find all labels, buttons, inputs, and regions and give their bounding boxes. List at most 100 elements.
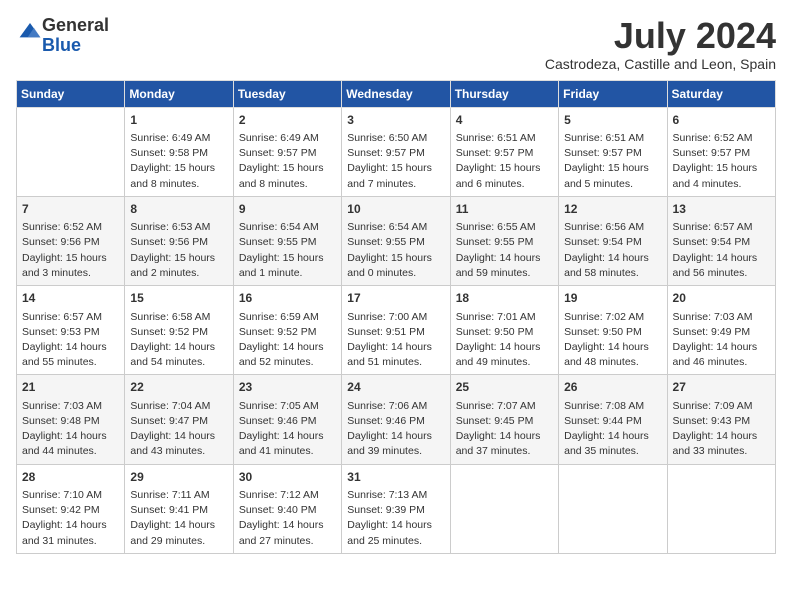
logo-text: General Blue [42, 16, 109, 56]
day-number: 14 [22, 290, 119, 307]
day-number: 4 [456, 112, 553, 129]
page-header: General Blue July 2024 Castrodeza, Casti… [16, 16, 776, 72]
week-row: 14 Sunrise: 6:57 AM Sunset: 9:53 PM Dayli… [17, 286, 776, 375]
cell-text: Sunrise: 6:55 AM Sunset: 9:55 PM Dayligh… [456, 220, 553, 281]
calendar-cell: 11 Sunrise: 6:55 AM Sunset: 9:55 PM Dayli… [450, 196, 558, 285]
day-header-thursday: Thursday [450, 80, 558, 107]
cell-text: Sunrise: 6:52 AM Sunset: 9:56 PM Dayligh… [22, 220, 119, 281]
cell-text: Sunrise: 7:06 AM Sunset: 9:46 PM Dayligh… [347, 399, 444, 460]
day-header-sunday: Sunday [17, 80, 125, 107]
calendar-cell: 14 Sunrise: 6:57 AM Sunset: 9:53 PM Dayli… [17, 286, 125, 375]
calendar-cell: 2Sunrise: 6:49 AM Sunset: 9:57 PM Daylig… [233, 107, 341, 196]
calendar-cell: 18Sunrise: 7:01 AM Sunset: 9:50 PM Dayli… [450, 286, 558, 375]
cell-text: Sunrise: 6:49 AM Sunset: 9:58 PM Dayligh… [130, 131, 227, 192]
cell-text: Sunrise: 6:56 AM Sunset: 9:54 PM Dayligh… [564, 220, 661, 281]
cell-text: Sunrise: 6:54 AM Sunset: 9:55 PM Dayligh… [239, 220, 336, 281]
calendar-cell: 24 Sunrise: 7:06 AM Sunset: 9:46 PM Dayli… [342, 375, 450, 464]
calendar-cell: 19 Sunrise: 7:02 AM Sunset: 9:50 PM Dayli… [559, 286, 667, 375]
calendar-cell: 6Sunrise: 6:52 AM Sunset: 9:57 PM Daylig… [667, 107, 775, 196]
week-row: 28 Sunrise: 7:10 AM Sunset: 9:42 PM Dayli… [17, 464, 776, 553]
day-number: 23 [239, 379, 336, 396]
calendar-cell: 25 Sunrise: 7:07 AM Sunset: 9:45 PM Dayli… [450, 375, 558, 464]
calendar-cell: 31 Sunrise: 7:13 AM Sunset: 9:39 PM Dayli… [342, 464, 450, 553]
day-number: 29 [130, 469, 227, 486]
month-title: July 2024 [545, 16, 776, 56]
calendar-cell: 5 Sunrise: 6:51 AM Sunset: 9:57 PM Daylig… [559, 107, 667, 196]
calendar-cell: 1 Sunrise: 6:49 AM Sunset: 9:58 PM Daylig… [125, 107, 233, 196]
calendar-cell: 15Sunrise: 6:58 AM Sunset: 9:52 PM Dayli… [125, 286, 233, 375]
cell-text: Sunrise: 6:51 AM Sunset: 9:57 PM Dayligh… [456, 131, 553, 192]
calendar-cell [450, 464, 558, 553]
location: Castrodeza, Castille and Leon, Spain [545, 56, 776, 72]
cell-text: Sunrise: 7:10 AM Sunset: 9:42 PM Dayligh… [22, 488, 119, 549]
calendar-cell [559, 464, 667, 553]
cell-text: Sunrise: 6:53 AM Sunset: 9:56 PM Dayligh… [130, 220, 227, 281]
day-number: 24 [347, 379, 444, 396]
calendar-cell: 8 Sunrise: 6:53 AM Sunset: 9:56 PM Daylig… [125, 196, 233, 285]
calendar-cell: 7 Sunrise: 6:52 AM Sunset: 9:56 PM Daylig… [17, 196, 125, 285]
calendar-cell: 10 Sunrise: 6:54 AM Sunset: 9:55 PM Dayli… [342, 196, 450, 285]
cell-text: Sunrise: 7:13 AM Sunset: 9:39 PM Dayligh… [347, 488, 444, 549]
cell-text: Sunrise: 6:57 AM Sunset: 9:54 PM Dayligh… [673, 220, 770, 281]
calendar-cell: 20 Sunrise: 7:03 AM Sunset: 9:49 PM Dayli… [667, 286, 775, 375]
day-number: 13 [673, 201, 770, 218]
day-number: 7 [22, 201, 119, 218]
day-number: 28 [22, 469, 119, 486]
calendar-cell: 13 Sunrise: 6:57 AM Sunset: 9:54 PM Dayli… [667, 196, 775, 285]
day-number: 15 [130, 290, 227, 307]
week-row: 7 Sunrise: 6:52 AM Sunset: 9:56 PM Daylig… [17, 196, 776, 285]
cell-text: Sunrise: 6:59 AM Sunset: 9:52 PM Dayligh… [239, 310, 336, 371]
calendar-table: SundayMondayTuesdayWednesdayThursdayFrid… [16, 80, 776, 554]
cell-text: Sunrise: 7:02 AM Sunset: 9:50 PM Dayligh… [564, 310, 661, 371]
day-header-tuesday: Tuesday [233, 80, 341, 107]
cell-text: Sunrise: 7:00 AM Sunset: 9:51 PM Dayligh… [347, 310, 444, 371]
day-number: 11 [456, 201, 553, 218]
cell-text: Sunrise: 7:03 AM Sunset: 9:48 PM Dayligh… [22, 399, 119, 460]
day-number: 25 [456, 379, 553, 396]
cell-text: Sunrise: 6:51 AM Sunset: 9:57 PM Dayligh… [564, 131, 661, 192]
day-number: 1 [130, 112, 227, 129]
day-number: 30 [239, 469, 336, 486]
day-number: 21 [22, 379, 119, 396]
calendar-cell: 27Sunrise: 7:09 AM Sunset: 9:43 PM Dayli… [667, 375, 775, 464]
calendar-cell: 28 Sunrise: 7:10 AM Sunset: 9:42 PM Dayli… [17, 464, 125, 553]
calendar-cell: 12Sunrise: 6:56 AM Sunset: 9:54 PM Dayli… [559, 196, 667, 285]
week-row: 21 Sunrise: 7:03 AM Sunset: 9:48 PM Dayli… [17, 375, 776, 464]
logo-icon [18, 21, 42, 41]
day-number: 16 [239, 290, 336, 307]
day-number: 5 [564, 112, 661, 129]
day-number: 20 [673, 290, 770, 307]
logo: General Blue [16, 16, 109, 56]
cell-text: Sunrise: 6:57 AM Sunset: 9:53 PM Dayligh… [22, 310, 119, 371]
day-number: 31 [347, 469, 444, 486]
cell-text: Sunrise: 6:49 AM Sunset: 9:57 PM Dayligh… [239, 131, 336, 192]
day-header-friday: Friday [559, 80, 667, 107]
cell-text: Sunrise: 6:54 AM Sunset: 9:55 PM Dayligh… [347, 220, 444, 281]
week-row: 1 Sunrise: 6:49 AM Sunset: 9:58 PM Daylig… [17, 107, 776, 196]
day-number: 22 [130, 379, 227, 396]
day-number: 19 [564, 290, 661, 307]
title-block: July 2024 Castrodeza, Castille and Leon,… [545, 16, 776, 72]
calendar-cell: 23 Sunrise: 7:05 AM Sunset: 9:46 PM Dayli… [233, 375, 341, 464]
day-number: 17 [347, 290, 444, 307]
calendar-cell: 9 Sunrise: 6:54 AM Sunset: 9:55 PM Daylig… [233, 196, 341, 285]
calendar-cell: 29Sunrise: 7:11 AM Sunset: 9:41 PM Dayli… [125, 464, 233, 553]
cell-text: Sunrise: 7:03 AM Sunset: 9:49 PM Dayligh… [673, 310, 770, 371]
cell-text: Sunrise: 6:52 AM Sunset: 9:57 PM Dayligh… [673, 131, 770, 192]
day-number: 18 [456, 290, 553, 307]
cell-text: Sunrise: 6:50 AM Sunset: 9:57 PM Dayligh… [347, 131, 444, 192]
cell-text: Sunrise: 7:05 AM Sunset: 9:46 PM Dayligh… [239, 399, 336, 460]
calendar-cell: 22Sunrise: 7:04 AM Sunset: 9:47 PM Dayli… [125, 375, 233, 464]
day-number: 3 [347, 112, 444, 129]
day-number: 27 [673, 379, 770, 396]
cell-text: Sunrise: 7:12 AM Sunset: 9:40 PM Dayligh… [239, 488, 336, 549]
calendar-cell: 17 Sunrise: 7:00 AM Sunset: 9:51 PM Dayli… [342, 286, 450, 375]
calendar-cell: 21 Sunrise: 7:03 AM Sunset: 9:48 PM Dayli… [17, 375, 125, 464]
day-header-monday: Monday [125, 80, 233, 107]
day-number: 8 [130, 201, 227, 218]
cell-text: Sunrise: 7:07 AM Sunset: 9:45 PM Dayligh… [456, 399, 553, 460]
calendar-cell: 3 Sunrise: 6:50 AM Sunset: 9:57 PM Daylig… [342, 107, 450, 196]
day-number: 10 [347, 201, 444, 218]
day-number: 9 [239, 201, 336, 218]
calendar-cell: 26Sunrise: 7:08 AM Sunset: 9:44 PM Dayli… [559, 375, 667, 464]
